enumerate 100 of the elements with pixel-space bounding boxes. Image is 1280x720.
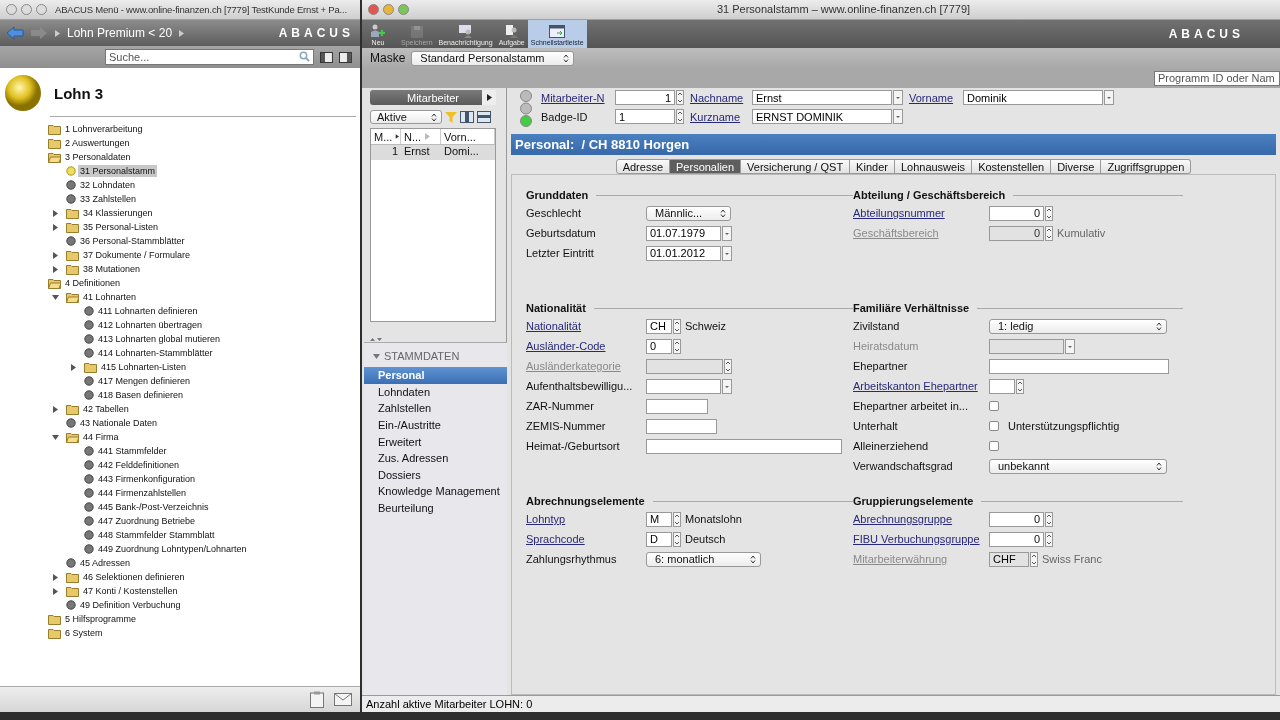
tree-item[interactable]: 442 Felddefinitionen <box>96 459 182 471</box>
field-label[interactable]: Arbeitskanton Ehepartner <box>853 380 986 392</box>
stepper-icon[interactable] <box>676 109 684 124</box>
dropdown-icon[interactable] <box>722 245 732 261</box>
section-item[interactable]: Knowledge Management <box>364 483 507 500</box>
expand-arrow-icon[interactable] <box>52 433 59 441</box>
mail-icon[interactable] <box>334 693 352 706</box>
tree-item[interactable]: 46 Selektionen definieren <box>81 571 187 583</box>
field-label[interactable]: Nationalität <box>526 320 643 332</box>
tree-item[interactable]: 447 Zuordnung Betriebe <box>96 515 198 527</box>
tree-item[interactable]: 36 Personal-Stammblätter <box>78 235 187 247</box>
tree-item[interactable]: 37 Dokumente / Formulare <box>81 249 193 261</box>
tree-item[interactable]: 414 Lohnarten-Stammblätter <box>96 347 215 359</box>
tree-item[interactable]: 33 Zahlstellen <box>78 193 139 205</box>
dropdown[interactable]: unbekannt <box>989 458 1167 474</box>
text-field[interactable]: Dominik <box>963 90 1103 105</box>
tree-item[interactable]: 32 Lohndaten <box>78 179 138 191</box>
tree-item[interactable]: 415 Lohnarten-Listen <box>99 361 189 373</box>
layout-icon[interactable] <box>320 51 334 63</box>
back-arrow-icon[interactable] <box>6 26 24 40</box>
close-button[interactable] <box>368 4 379 15</box>
tree-item[interactable]: 45 Adressen <box>78 557 133 569</box>
tree-item[interactable]: 1 Lohnverarbeitung <box>63 123 145 135</box>
stepper-icon[interactable] <box>673 531 681 547</box>
field-label[interactable]: Abrechnungsgruppe <box>853 513 986 525</box>
mask-dropdown[interactable]: Standard Personalstamm <box>411 50 575 66</box>
layout-icon[interactable] <box>339 51 352 63</box>
stepper-icon[interactable] <box>1045 225 1053 241</box>
table-row[interactable]: 1 Ernst Domi... <box>371 145 495 160</box>
tree-item[interactable]: 41 Lohnarten <box>81 291 139 303</box>
tree-item[interactable]: 2 Auswertungen <box>63 137 132 149</box>
section-item[interactable]: Dossiers <box>364 466 507 484</box>
dropdown-icon[interactable] <box>893 90 903 105</box>
field-label[interactable]: Vorname <box>909 91 957 104</box>
code-field[interactable]: D <box>646 531 672 547</box>
section-item[interactable]: Lohndaten <box>364 383 507 401</box>
section-item[interactable]: Personal <box>364 367 507 384</box>
tab[interactable]: Kostenstellen <box>972 159 1052 174</box>
number-field[interactable]: 1 <box>615 90 675 105</box>
text-field[interactable] <box>646 418 717 434</box>
field-label[interactable]: Nachname <box>690 91 746 104</box>
section-item[interactable]: Beurteilung <box>364 499 507 517</box>
tree-item[interactable]: 38 Mutationen <box>81 263 143 275</box>
tree-item[interactable]: 412 Lohnarten übertragen <box>96 319 205 331</box>
field-label[interactable]: Abteilungsnummer <box>853 207 986 219</box>
field-label[interactable]: Ausländer-Code <box>526 340 643 352</box>
dropdown[interactable]: 1: ledig <box>989 318 1167 334</box>
text-field[interactable]: ERNST DOMINIK <box>752 109 892 124</box>
number-field[interactable]: 0 <box>989 205 1044 221</box>
field-label[interactable]: Kurzname <box>690 110 746 123</box>
tree-item[interactable]: 444 Firmenzahlstellen <box>96 487 189 499</box>
date-field[interactable]: 01.01.2012 <box>646 245 721 261</box>
tab[interactable]: Adresse <box>615 159 670 174</box>
dropdown[interactable]: Männlic... <box>646 205 731 221</box>
section-item[interactable]: Zus. Adressen <box>364 449 507 467</box>
number-field[interactable]: 0 <box>989 511 1044 527</box>
section-item[interactable]: Erweitert <box>364 433 507 450</box>
date-field[interactable]: 01.07.1979 <box>646 225 721 241</box>
collapse-arrow-icon[interactable] <box>373 352 380 360</box>
clipboard-icon[interactable] <box>310 691 324 708</box>
tree-item[interactable]: 5 Hilfsprogramme <box>63 613 139 625</box>
number-field[interactable]: 0 <box>989 531 1044 547</box>
tab[interactable]: Lohnausweis <box>894 159 973 174</box>
tab[interactable]: Diverse <box>1051 159 1102 174</box>
columns-icon[interactable] <box>460 111 474 123</box>
checkbox[interactable] <box>989 441 999 451</box>
tree-item[interactable]: 43 Nationale Daten <box>78 417 160 429</box>
tree-item[interactable]: 441 Stammfelder <box>96 445 169 457</box>
stepper-icon[interactable] <box>1045 531 1053 547</box>
text-field[interactable] <box>646 398 708 414</box>
tab[interactable]: Personalien <box>670 159 742 174</box>
tree-item[interactable]: 417 Mengen definieren <box>96 375 193 387</box>
zoom-button[interactable] <box>36 4 47 15</box>
expand-arrow-icon[interactable] <box>52 405 59 413</box>
text-field[interactable]: Ernst <box>752 90 892 105</box>
filter-dropdown[interactable]: Aktive <box>370 110 442 124</box>
text-field[interactable]: 1 <box>615 109 675 124</box>
text-field[interactable] <box>646 438 842 454</box>
checkbox[interactable] <box>989 421 999 431</box>
breadcrumb-arrow-icon[interactable] <box>54 29 61 37</box>
stepper-icon[interactable] <box>676 90 684 105</box>
expand-arrow-icon[interactable] <box>70 363 77 371</box>
tree-item[interactable]: 4 Definitionen <box>63 277 123 289</box>
field-label[interactable]: Lohntyp <box>526 513 643 525</box>
date-field[interactable] <box>646 378 721 394</box>
stepper-icon[interactable] <box>673 318 681 334</box>
tree-item[interactable]: 445 Bank-/Post-Verzeichnis <box>96 501 211 513</box>
employee-list-header[interactable]: Mitarbeiter <box>370 90 496 105</box>
search-field[interactable]: Suche... <box>105 49 315 65</box>
tree-item[interactable]: 448 Stammfelder Stammblatt <box>96 529 217 541</box>
sort-icon[interactable] <box>395 133 400 140</box>
section-item[interactable]: Zahlstellen <box>364 400 507 417</box>
text-field[interactable] <box>989 358 1169 374</box>
column-header[interactable]: N... <box>401 129 441 144</box>
expand-arrow-icon[interactable] <box>52 293 59 301</box>
close-button[interactable] <box>6 4 17 15</box>
stepper-icon[interactable] <box>724 358 732 374</box>
tree-item[interactable]: 443 Firmenkonfiguration <box>96 473 198 485</box>
column-header[interactable]: Vorn... <box>441 129 495 144</box>
section-item[interactable]: Ein-/Austritte <box>364 416 507 434</box>
